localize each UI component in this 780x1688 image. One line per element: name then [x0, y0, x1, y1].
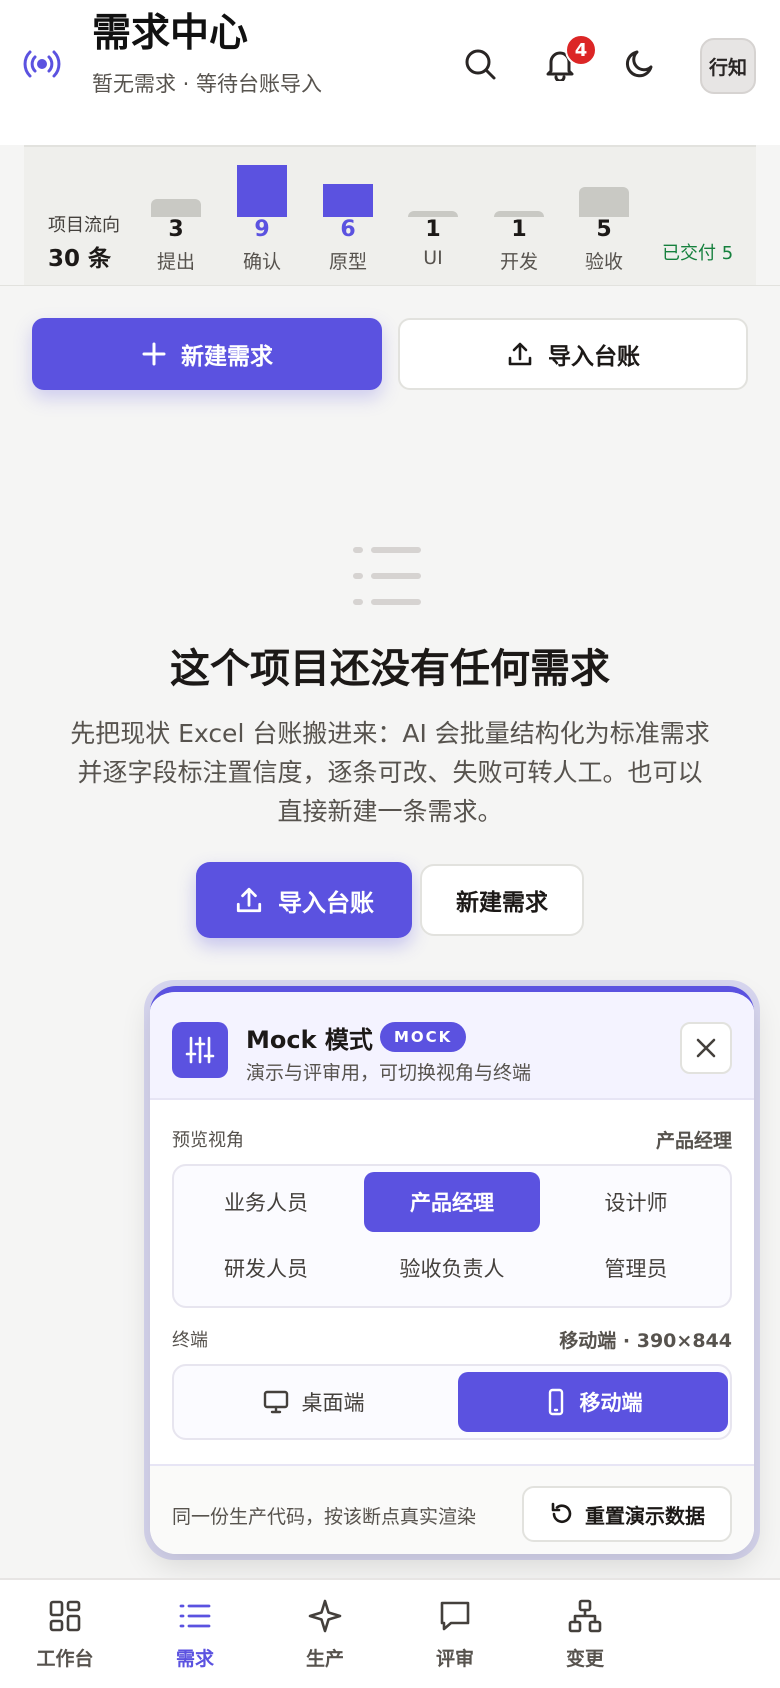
flow-stage-confirm[interactable]: 9 确认	[227, 147, 297, 287]
view-label: 预览视角	[172, 1130, 244, 1151]
empty-new-button[interactable]: 新建需求	[420, 864, 584, 936]
flow-total: 30 条	[48, 246, 112, 272]
hierarchy-icon	[568, 1599, 602, 1633]
message-icon	[440, 1601, 470, 1631]
flow-stage-dev[interactable]: 1 开发	[484, 147, 554, 287]
upload-icon	[508, 342, 532, 366]
terminal-label: 终端	[172, 1330, 208, 1351]
import-ledger-button[interactable]: 导入台账	[398, 318, 748, 390]
role-developer[interactable]: 研发人员	[178, 1238, 354, 1298]
page-title: 需求中心	[92, 11, 249, 56]
mock-title: Mock 模式	[246, 1026, 373, 1054]
monitor-icon	[263, 1390, 288, 1414]
mock-tag: MOCK	[380, 1022, 467, 1052]
nav-item-changes[interactable]: 变更	[535, 1598, 635, 1678]
terminal-selector: 桌面端 移动端	[172, 1364, 732, 1440]
sliders-icon	[172, 1022, 228, 1078]
close-button[interactable]	[680, 1022, 732, 1074]
flow-stage-propose[interactable]: 3 提出	[141, 147, 211, 287]
mock-panel: Mock 模式 MOCK 演示与评审用，可切换视角与终端 预览视角 产品经理 业…	[150, 986, 754, 1554]
terminal-value: 移动端 · 390×844	[559, 1330, 732, 1352]
role-product-manager[interactable]: 产品经理	[364, 1172, 540, 1232]
mock-subtitle: 演示与评审用，可切换视角与终端	[246, 1062, 532, 1084]
moon-icon	[625, 50, 653, 78]
nav-item-review[interactable]: 评审	[405, 1598, 505, 1678]
empty-state-description: 先把现状 Excel 台账搬进来：AI 会批量结构化为标准需求并逐字段标注置信度…	[70, 719, 710, 826]
nav-item-workspace[interactable]: 工作台	[15, 1598, 115, 1678]
role-selector: 业务人员 产品经理 设计师 研发人员 验收负责人 管理员	[172, 1164, 732, 1308]
flow-stage-accept[interactable]: 5 验收	[569, 147, 639, 287]
delivered-count: 已交付 5	[662, 243, 734, 264]
view-value: 产品经理	[655, 1130, 732, 1152]
list-icon	[179, 1604, 211, 1628]
reset-icon	[551, 1502, 572, 1523]
search-icon	[465, 49, 496, 80]
project-flow: 项目流向 30 条 3 提出 9 确认 6 原型 1 UI 1 开发 5 验收 …	[24, 145, 756, 285]
avatar[interactable]: 行知	[700, 38, 756, 94]
terminal-mobile[interactable]: 移动端	[458, 1372, 728, 1432]
empty-state-title: 这个项目还没有任何需求	[170, 646, 610, 692]
role-business[interactable]: 业务人员	[178, 1172, 354, 1232]
flow-label: 项目流向	[48, 215, 120, 236]
page-subtitle: 暂无需求 · 等待台账导入	[92, 72, 323, 96]
plus-icon	[142, 342, 166, 366]
role-admin[interactable]: 管理员	[548, 1238, 724, 1298]
sparkle-icon	[308, 1599, 342, 1633]
nav-item-production[interactable]: 生产	[275, 1598, 375, 1678]
flow-stage-prototype[interactable]: 6 原型	[313, 147, 383, 287]
new-requirement-button[interactable]: 新建需求	[32, 318, 382, 390]
reset-demo-button[interactable]: 重置演示数据	[522, 1486, 732, 1542]
role-designer[interactable]: 设计师	[548, 1172, 724, 1232]
bottom-nav: 工作台 需求 生产 评审 变更	[0, 1578, 780, 1688]
phone-icon	[548, 1388, 563, 1416]
role-acceptance[interactable]: 验收负责人	[364, 1238, 540, 1298]
search-button[interactable]	[456, 40, 504, 88]
list-icon	[353, 547, 421, 605]
empty-import-button[interactable]: 导入台账	[196, 862, 412, 938]
close-icon	[696, 1038, 716, 1058]
terminal-desktop[interactable]: 桌面端	[178, 1372, 448, 1432]
app-header: 需求中心 暂无需求 · 等待台账导入 4 行知	[0, 0, 780, 145]
flow-stage-ui[interactable]: 1 UI	[398, 147, 468, 287]
grid-icon	[49, 1600, 81, 1632]
upload-icon	[236, 887, 262, 913]
mock-footer-text: 同一份生产代码，按该断点真实渲染	[172, 1506, 477, 1528]
signal-icon[interactable]	[22, 44, 62, 84]
notification-badge: 4	[565, 34, 597, 66]
nav-item-requirements[interactable]: 需求	[145, 1598, 245, 1678]
theme-toggle-button[interactable]	[616, 40, 664, 88]
